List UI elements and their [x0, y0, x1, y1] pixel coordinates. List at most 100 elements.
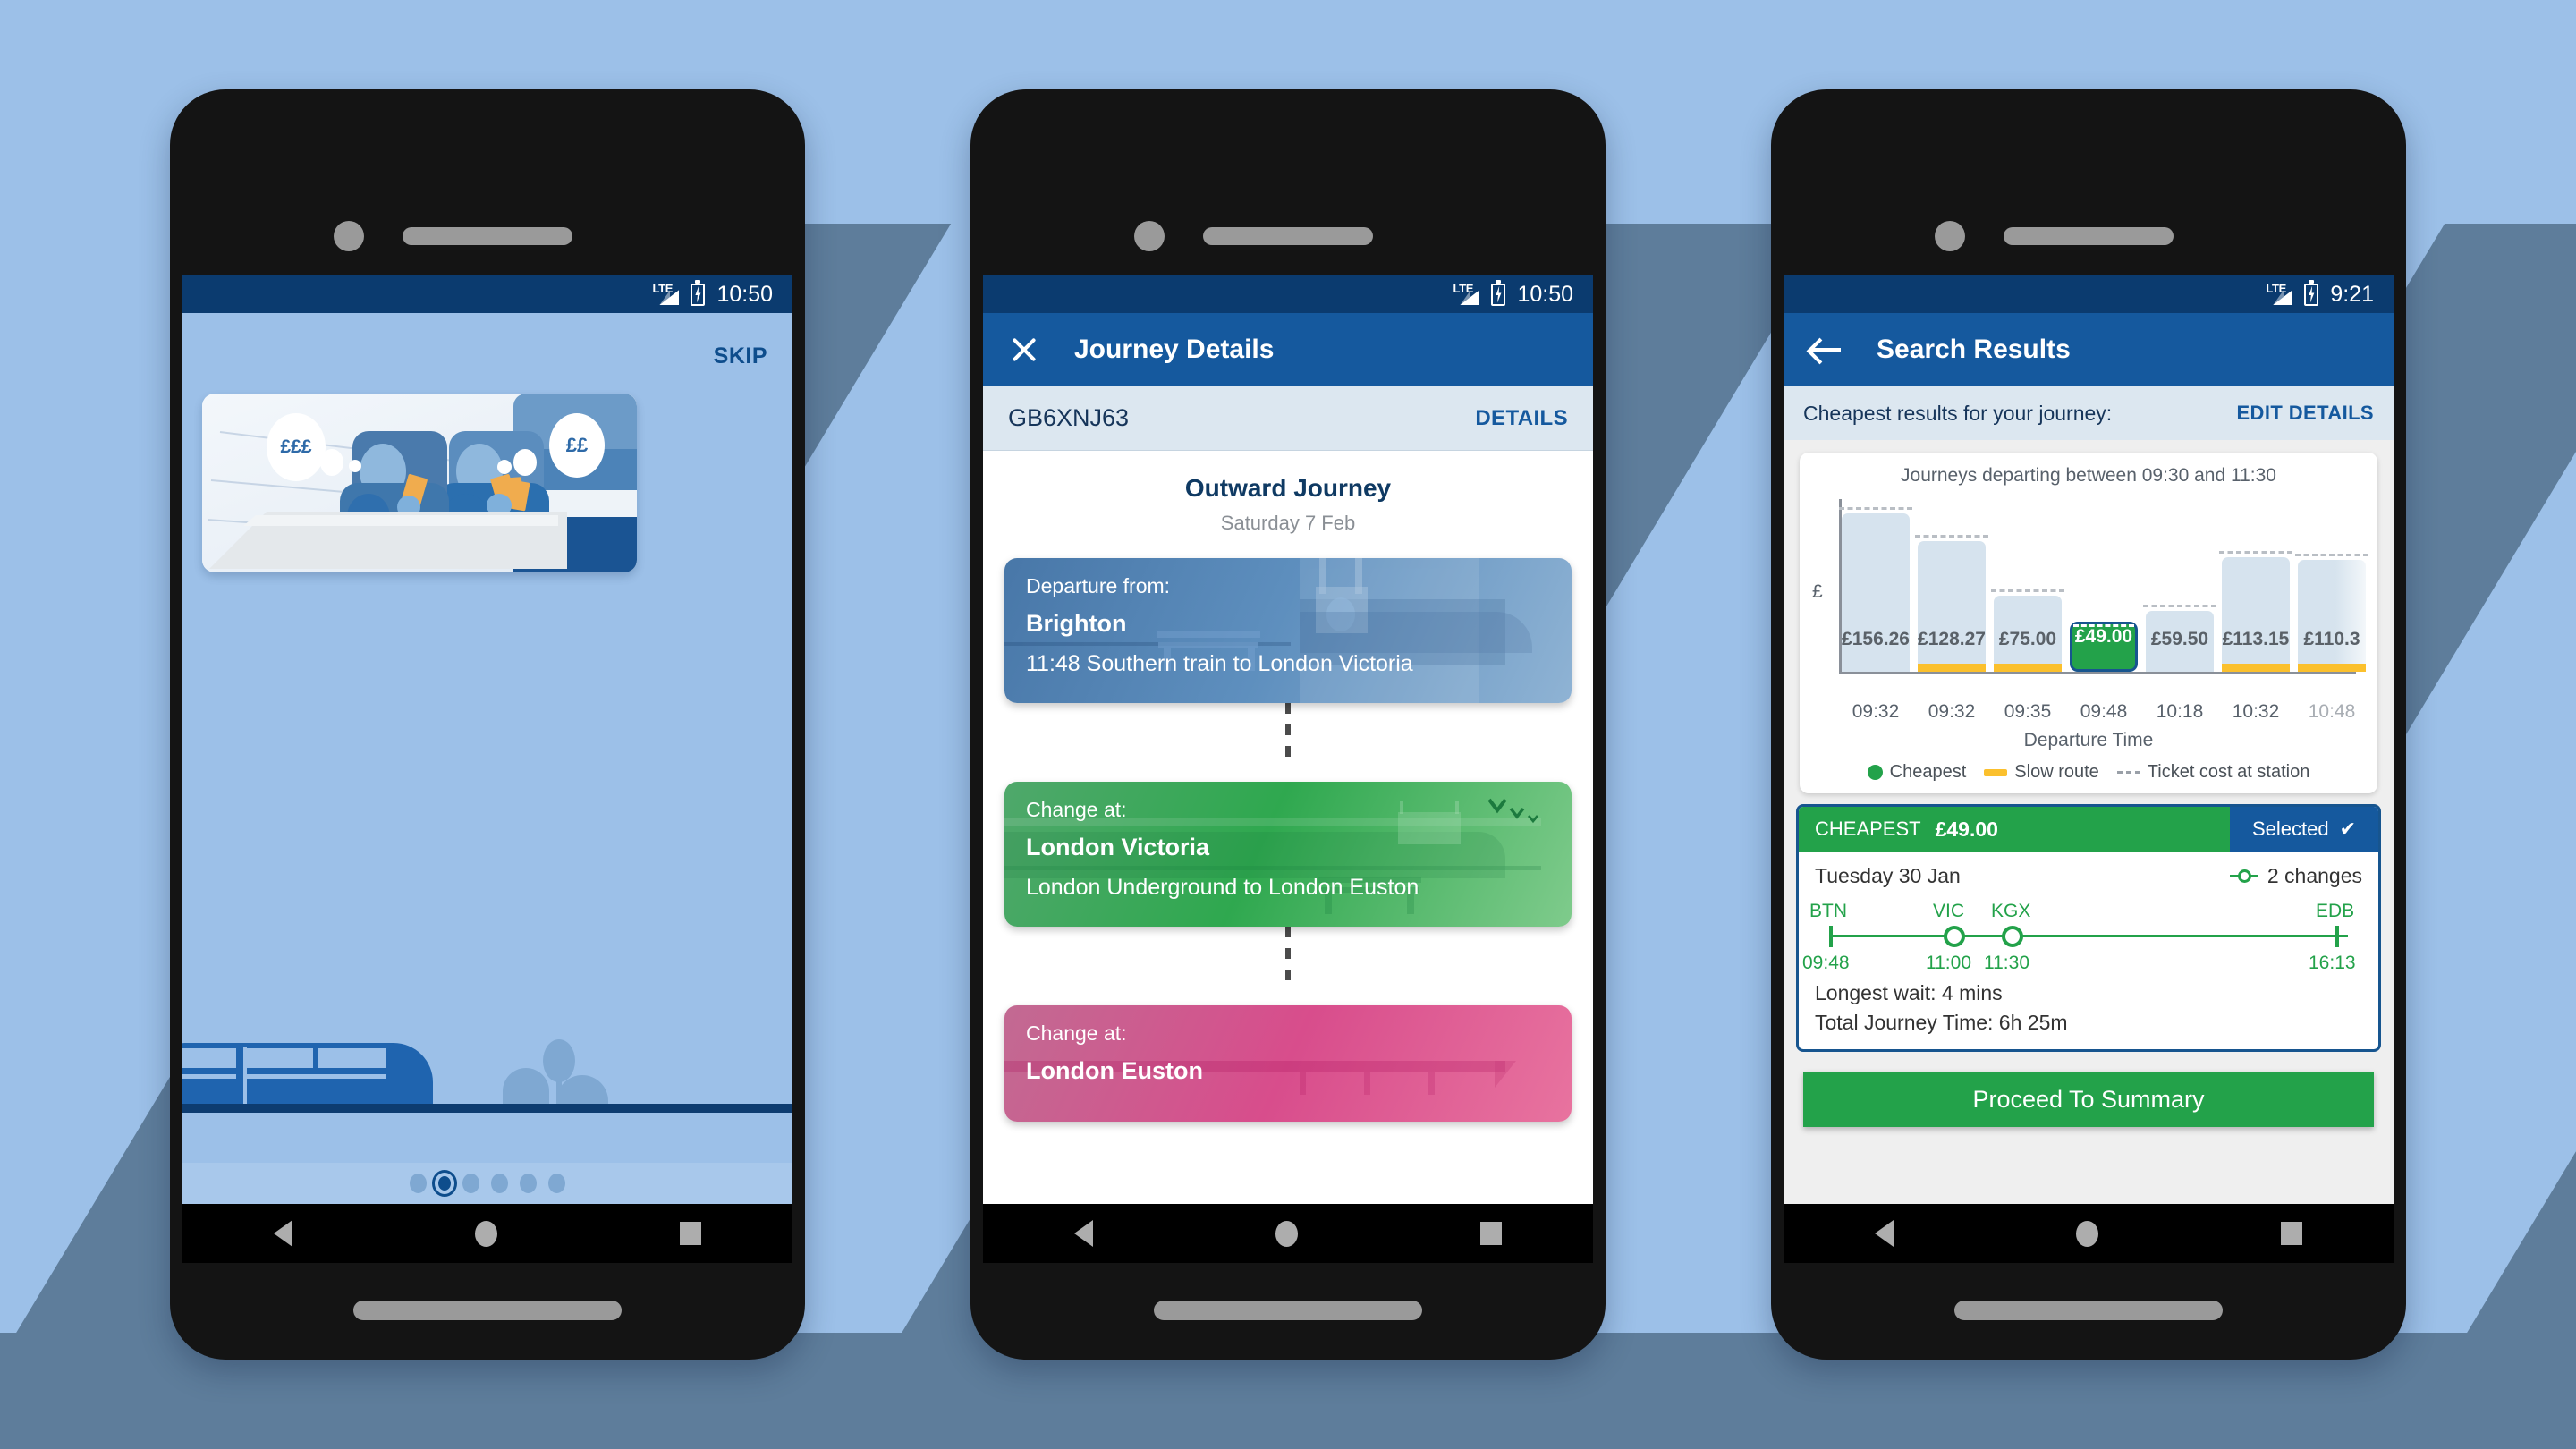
- route-endpoint: [1829, 926, 1833, 947]
- route-station-time: 11:30: [1984, 953, 2029, 973]
- home-icon[interactable]: [475, 1220, 497, 1247]
- total-journey-time: Total Journey Time: 6h 25m: [1815, 1011, 2068, 1034]
- chart-bar[interactable]: £75.00: [1994, 596, 2062, 672]
- page-title: Search Results: [1877, 335, 2071, 364]
- page-title: Journey Details: [1074, 335, 1275, 364]
- search-results-body: Cheapest results for your journey: EDIT …: [1784, 386, 2394, 1204]
- back-icon[interactable]: [274, 1220, 292, 1247]
- chart-bars: £156.26 £128.27 £75.00 £49.00 £59.50 £113.15 £…: [1839, 499, 2377, 672]
- journey-leg-card[interactable]: Change at: London Victoria London Underg…: [1004, 782, 1572, 927]
- home-icon[interactable]: [1275, 1220, 1298, 1247]
- onboarding-pager[interactable]: [182, 1163, 792, 1204]
- chart-bar[interactable]: £59.50: [2146, 611, 2214, 672]
- front-camera: [1134, 221, 1165, 251]
- route-change-node: [1944, 926, 1965, 947]
- back-icon[interactable]: [1875, 1220, 1894, 1247]
- recents-icon[interactable]: [1480, 1222, 1502, 1245]
- chart-bar[interactable]: £156.26: [1842, 513, 1910, 672]
- chart-x-tick: 09:32: [1928, 701, 1976, 722]
- phone1-screen: LTE 10:50 SKIP £££ ££: [182, 275, 792, 1204]
- phone-search-results: LTE 9:21 Search Results Cheapest results…: [1771, 89, 2406, 1360]
- route-station-code: EDB: [2316, 901, 2355, 921]
- home-icon[interactable]: [2076, 1220, 2098, 1247]
- price-bubble-right: ££: [549, 413, 605, 478]
- recents-icon[interactable]: [680, 1222, 701, 1245]
- details-button[interactable]: DETAILS: [1475, 406, 1568, 431]
- status-bar: LTE 10:50: [983, 275, 1593, 313]
- legend-item-station-cost: Ticket cost at station: [2116, 762, 2309, 783]
- pager-dot[interactable]: [491, 1174, 508, 1193]
- chart-legend: Cheapest Slow route Ticket cost at stati…: [1800, 762, 2377, 783]
- outward-journey-date: Saturday 7 Feb: [1220, 512, 1356, 534]
- chart-x-tick: 09:35: [2004, 701, 2052, 722]
- back-icon[interactable]: [1074, 1220, 1093, 1247]
- station-cost-line: [1915, 535, 1988, 538]
- result-changes: 2 changes: [2229, 864, 2362, 888]
- results-subbar-text: Cheapest results for your journey:: [1803, 401, 2113, 425]
- station-cost-line: [1839, 507, 1912, 510]
- result-card[interactable]: CHEAPEST £49.00 Selected ✔ Tuesday 30 Ja…: [1796, 804, 2381, 1052]
- selected-label: Selected: [2251, 818, 2329, 840]
- pager-dot-active[interactable]: [438, 1176, 451, 1191]
- train-exterior-illustration: [182, 1014, 792, 1118]
- chart-bar-wrap[interactable]: £128.27: [1915, 499, 1988, 672]
- cheapest-badge: CHEAPEST £49.00: [1799, 807, 2230, 852]
- chart-bar-value: £59.50: [2150, 629, 2209, 649]
- proceed-to-summary-button[interactable]: Proceed To Summary: [1803, 1072, 2374, 1127]
- result-card-header: CHEAPEST £49.00 Selected ✔: [1799, 807, 2378, 852]
- legend-item-slow-route: Slow route: [1984, 762, 2099, 783]
- check-icon: ✔: [2339, 818, 2357, 840]
- train-interior-illustration: £££ ££: [202, 394, 637, 572]
- back-arrow-icon[interactable]: [1810, 336, 1841, 363]
- skip-button[interactable]: SKIP: [714, 343, 767, 369]
- chart-bar-wrap[interactable]: £75.00: [1991, 499, 2064, 672]
- android-nav-bar: [1784, 1204, 2394, 1263]
- chart-bar-wrap[interactable]: £49.00: [2070, 499, 2138, 672]
- pager-dot[interactable]: [520, 1174, 537, 1193]
- station-cost-line: [1991, 589, 2064, 592]
- chart-bar-value: £156.26: [1842, 629, 1910, 649]
- front-camera: [1935, 221, 1965, 251]
- status-bar: LTE 10:50: [182, 275, 792, 313]
- route-change-node: [2002, 926, 2023, 947]
- legend-dash-icon: [2116, 771, 2140, 774]
- lte-signal-icon: LTE: [2266, 282, 2293, 305]
- chart-bar-selected[interactable]: £49.00: [2070, 622, 2138, 672]
- route-station-code: VIC: [1933, 901, 1965, 921]
- journey-leg-card[interactable]: Change at: London Euston: [1004, 1005, 1572, 1122]
- status-clock: 10:50: [1517, 281, 1573, 307]
- chart-bar[interactable]: £110.3: [2298, 560, 2366, 672]
- pager-dot[interactable]: [462, 1174, 479, 1193]
- pager-dot[interactable]: [410, 1174, 427, 1193]
- chart-bar[interactable]: £128.27: [1918, 541, 1986, 672]
- selected-badge[interactable]: Selected ✔: [2230, 807, 2378, 852]
- chart-bar-wrap[interactable]: £113.15: [2219, 499, 2292, 672]
- slow-route-marker: [2298, 664, 2366, 672]
- route-endpoint: [2335, 926, 2339, 947]
- station-cost-line: [2073, 624, 2134, 627]
- result-price: £49.00: [1935, 817, 1998, 841]
- leg-place: London Victoria: [1026, 834, 1210, 860]
- chart-bar-wrap[interactable]: £59.50: [2143, 499, 2216, 672]
- legend-item-cheapest: Cheapest: [1867, 762, 1966, 783]
- fingerprint-bar: [353, 1301, 622, 1320]
- chart-bar-wrap[interactable]: £110.3: [2295, 499, 2368, 672]
- close-icon[interactable]: [1010, 335, 1038, 364]
- recents-icon[interactable]: [2281, 1222, 2302, 1245]
- results-subbar: Cheapest results for your journey: EDIT …: [1784, 386, 2394, 440]
- chart-bar[interactable]: £113.15: [2222, 557, 2290, 672]
- legend-bar-icon: [1984, 768, 2008, 776]
- pager-dot[interactable]: [548, 1174, 565, 1193]
- longest-wait: Longest wait: 4 mins: [1815, 981, 2003, 1004]
- status-bar: LTE 9:21: [1784, 275, 2394, 313]
- onboarding-body: SKIP £££ ££: [182, 313, 792, 1204]
- legend-dot-icon: [1867, 765, 1883, 780]
- journey-leg-card[interactable]: Departure from: Brighton 11:48 Southern …: [1004, 558, 1572, 703]
- result-date-row: Tuesday 30 Jan 2 changes: [1799, 852, 2378, 888]
- birds-icon: [1487, 798, 1539, 824]
- fingerprint-bar: [1154, 1301, 1422, 1320]
- edit-details-button[interactable]: EDIT DETAILS: [2236, 402, 2374, 425]
- station-cost-line: [2143, 605, 2216, 607]
- booking-reference-bar: GB6XNJ63 DETAILS: [983, 386, 1593, 451]
- chart-bar-wrap[interactable]: £156.26: [1839, 499, 1912, 672]
